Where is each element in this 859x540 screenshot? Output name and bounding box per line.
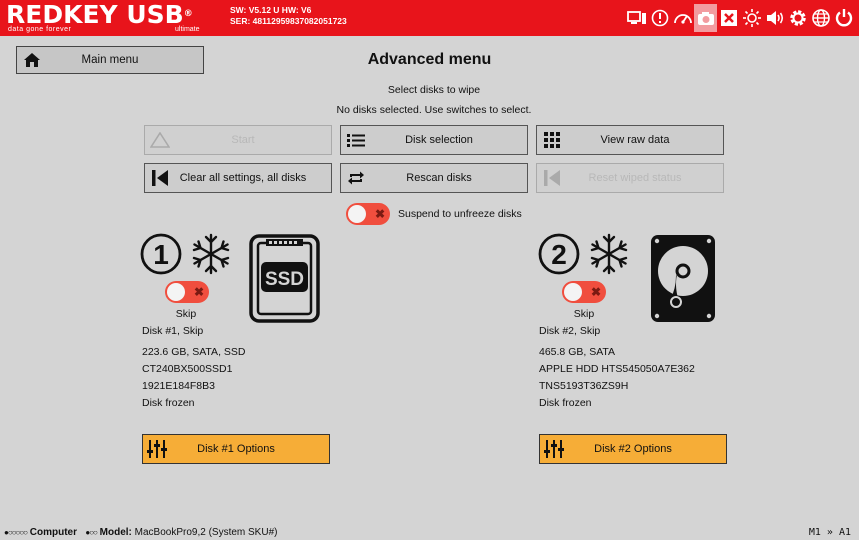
sliders-icon bbox=[143, 439, 171, 459]
disk-2-info: Disk #2, Skip 465.8 GB, SATA APPLE HDD H… bbox=[539, 323, 695, 412]
disk-selection-button[interactable]: Disk selection bbox=[340, 125, 528, 155]
toolbar-icons bbox=[625, 4, 855, 32]
snowflake-icon bbox=[590, 233, 628, 275]
clear-all-settings-button[interactable]: Clear all settings, all disks bbox=[144, 163, 332, 193]
skip-back-icon bbox=[537, 169, 567, 187]
computer-label[interactable]: Computer bbox=[30, 527, 77, 538]
status-line-1: Select disks to wipe bbox=[387, 84, 481, 96]
brand-reg: ® bbox=[183, 9, 193, 19]
camera-icon[interactable] bbox=[694, 4, 717, 32]
disk-1-number-badge: 1 bbox=[140, 233, 182, 275]
serial-line: SER: 48112959837082051723 bbox=[230, 16, 347, 26]
speedometer-icon[interactable] bbox=[671, 4, 694, 32]
computer-dots: ●○○○○○ bbox=[4, 528, 28, 537]
reset-wiped-status-button[interactable]: Reset wiped status bbox=[536, 163, 724, 193]
globe-icon[interactable] bbox=[809, 4, 832, 32]
brightness-icon[interactable] bbox=[740, 4, 763, 32]
volume-icon[interactable] bbox=[763, 4, 786, 32]
power-icon[interactable] bbox=[832, 4, 855, 32]
disk-1-serial: 1921E184F8B3 bbox=[142, 380, 215, 392]
hdd-icon bbox=[651, 235, 715, 322]
model-value: MacBookPro9,2 (System SKU#) bbox=[134, 527, 278, 538]
page-title: Advanced menu bbox=[367, 51, 492, 68]
brand-name: REDKEY USB bbox=[6, 0, 184, 29]
x-icon: ✖ bbox=[374, 207, 386, 221]
settings-icon[interactable] bbox=[786, 4, 809, 32]
disk-2-state: Disk frozen bbox=[539, 397, 592, 409]
triangle-icon bbox=[145, 132, 175, 148]
toggle-knob bbox=[348, 205, 366, 223]
brand-logo: REDKEY USB® bbox=[6, 1, 193, 28]
version-info: SW: V5.12 U HW: V6 SER: 4811295983708205… bbox=[230, 5, 347, 27]
status-line-2: No disks selected. Use switches to selec… bbox=[336, 104, 532, 116]
disk-1-model: CT240BX500SSD1 bbox=[142, 363, 233, 375]
grid-icon bbox=[537, 131, 567, 149]
disk-2-size: 465.8 GB, SATA bbox=[539, 346, 616, 358]
disk-1-info: Disk #1, Skip 223.6 GB, SATA, SSD CT240B… bbox=[142, 323, 246, 412]
disk-selection-label: Disk selection bbox=[405, 134, 473, 146]
ssd-icon: SSD bbox=[249, 234, 320, 323]
disk-1-title: Disk #1, Skip bbox=[142, 325, 204, 337]
top-bar: REDKEY USB® data gone forever ultimate S… bbox=[0, 0, 859, 36]
start-button[interactable]: Start bbox=[144, 125, 332, 155]
view-raw-data-label: View raw data bbox=[600, 134, 670, 146]
view-raw-data-button[interactable]: View raw data bbox=[536, 125, 724, 155]
x-icon: ✖ bbox=[590, 285, 602, 299]
mode-indicator: M1 » A1 bbox=[808, 527, 851, 538]
clear-all-settings-label: Clear all settings, all disks bbox=[179, 172, 307, 184]
disk-2-number: 2 bbox=[551, 239, 567, 270]
version-line: SW: V5.12 U HW: V6 bbox=[230, 5, 312, 15]
disk-2-serial: TNS5193T36ZS9H bbox=[539, 380, 629, 392]
monitor-icon[interactable] bbox=[625, 4, 648, 32]
rescan-disks-button[interactable]: Rescan disks bbox=[340, 163, 528, 193]
disk-2-options-label: Disk #2 Options bbox=[594, 443, 672, 455]
sliders-icon bbox=[540, 439, 568, 459]
disk-2-model: APPLE HDD HTS545050A7E362 bbox=[539, 363, 695, 375]
disk-2-number-badge: 2 bbox=[538, 233, 580, 275]
suspend-label: Suspend to unfreeze disks bbox=[398, 208, 522, 220]
disk-2-select-toggle[interactable]: ✖ bbox=[562, 281, 606, 303]
model-dots: ●○○ bbox=[85, 528, 97, 537]
brand-tagline: data gone forever bbox=[8, 26, 72, 33]
snowflake-icon bbox=[192, 233, 230, 275]
list-icon bbox=[341, 132, 371, 148]
disk-2-options-button[interactable]: Disk #2 Options bbox=[539, 434, 727, 464]
start-label: Start bbox=[231, 134, 255, 146]
disk-1-select-toggle[interactable]: ✖ bbox=[165, 281, 209, 303]
toggle-knob bbox=[167, 283, 185, 301]
toggle-knob bbox=[564, 283, 582, 301]
alert-icon[interactable] bbox=[648, 4, 671, 32]
rescan-disks-label: Rescan disks bbox=[406, 172, 472, 184]
disk-2-title: Disk #2, Skip bbox=[539, 325, 601, 337]
disk-1-state: Disk frozen bbox=[142, 397, 195, 409]
disk-1-options-label: Disk #1 Options bbox=[197, 443, 275, 455]
reset-wiped-status-label: Reset wiped status bbox=[588, 172, 682, 184]
brand-edition: ultimate bbox=[175, 26, 200, 33]
model-key: Model: bbox=[99, 527, 132, 538]
suspend-toggle[interactable]: ✖ bbox=[346, 203, 390, 225]
close-box-icon[interactable] bbox=[717, 4, 740, 32]
ssd-icon-label: SSD bbox=[265, 269, 304, 290]
skip-back-icon bbox=[145, 169, 175, 187]
disk-2-skip-label: Skip bbox=[573, 308, 595, 320]
disk-1-options-button[interactable]: Disk #1 Options bbox=[142, 434, 330, 464]
disk-1-size: 223.6 GB, SATA, SSD bbox=[142, 346, 246, 358]
footer-status: ●○○○○○ Computer ●○○ Model: MacBookPro9,2… bbox=[4, 527, 277, 538]
disk-1-number: 1 bbox=[153, 239, 169, 270]
disk-1-skip-label: Skip bbox=[175, 308, 197, 320]
x-icon: ✖ bbox=[193, 285, 205, 299]
refresh-icon bbox=[341, 170, 371, 186]
